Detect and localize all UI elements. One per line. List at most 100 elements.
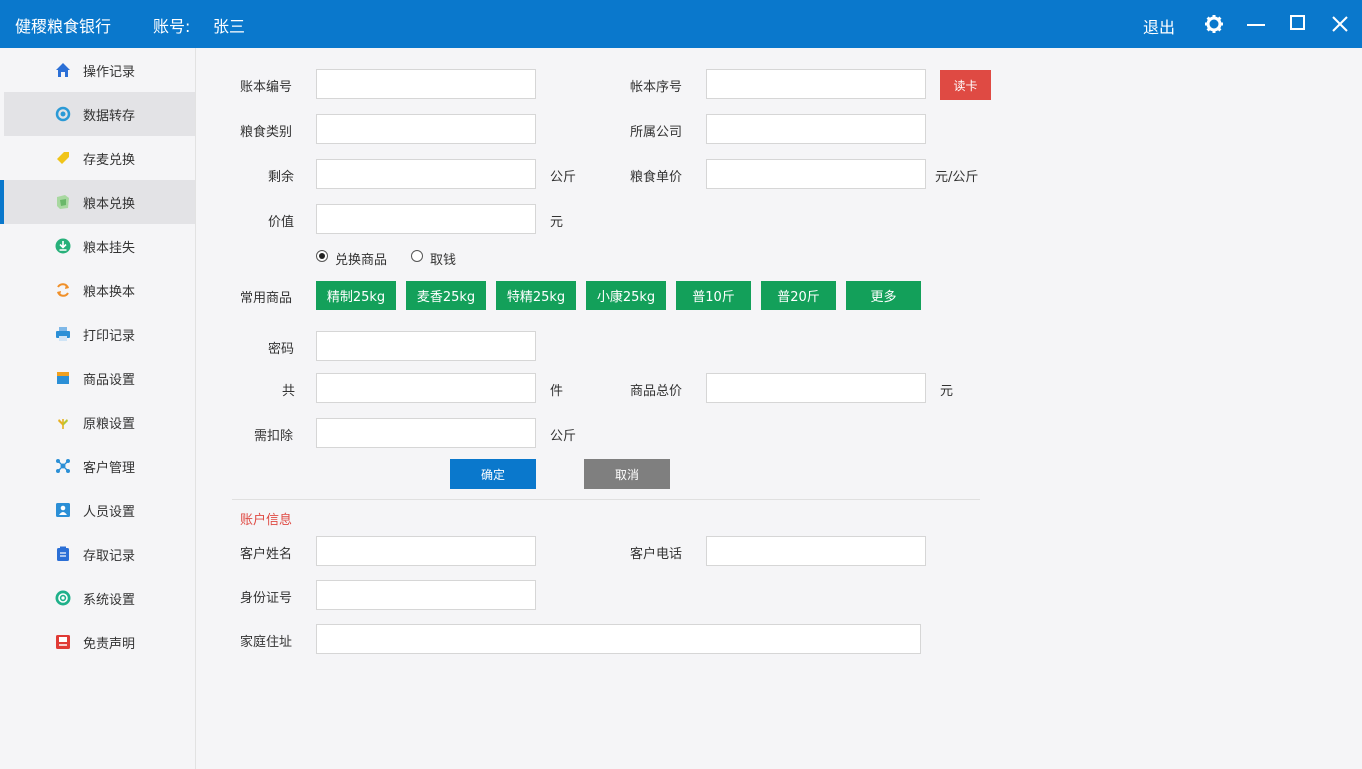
goods-button[interactable]: 普20斤 xyxy=(761,281,836,310)
sidebar-item-label: 存麦兑换 xyxy=(83,153,136,168)
deduct-label: 需扣除 xyxy=(254,429,294,444)
total-count-label: 共 xyxy=(282,384,296,399)
radio-withdraw-cash-label: 取钱 xyxy=(430,253,457,268)
sidebar-item-label: 免责声明 xyxy=(83,637,136,652)
refresh-icon xyxy=(55,282,71,298)
goods-button[interactable]: 小康25kg xyxy=(586,281,666,310)
close-icon[interactable] xyxy=(1330,14,1350,34)
cancel-button[interactable]: 取消 xyxy=(584,459,670,489)
account-seq-label: 帐本序号 xyxy=(630,80,683,95)
sidebar-item-operation-log[interactable]: 操作记录 xyxy=(4,48,195,92)
box-icon xyxy=(55,370,71,386)
sidebar: 操作记录 数据转存 存麦兑换 粮本兑换 粮本挂失 粮本换本 打印记录 商品设置 … xyxy=(0,48,196,769)
goods-button[interactable]: 普10斤 xyxy=(676,281,751,310)
app-title: 健稷粮食银行 xyxy=(15,17,112,36)
value-input[interactable] xyxy=(316,204,536,234)
account-name: 张三 xyxy=(213,17,246,36)
account-label: 账号: xyxy=(153,17,191,36)
sidebar-item-label: 存取记录 xyxy=(83,549,136,564)
home-icon xyxy=(55,62,71,78)
goods-button[interactable]: 特精25kg xyxy=(496,281,576,310)
account-no-label: 账本编号 xyxy=(240,80,293,95)
customer-phone-label: 客户电话 xyxy=(630,547,683,562)
sidebar-item-label: 客户管理 xyxy=(83,461,136,476)
remaining-input[interactable] xyxy=(316,159,536,189)
book-exchange-icon xyxy=(55,194,71,210)
unit-price-label: 粮食单价 xyxy=(630,170,683,185)
total-count-input[interactable] xyxy=(316,373,536,403)
sidebar-item-customer-management[interactable]: 客户管理 xyxy=(4,444,195,488)
goods-total-unit: 元 xyxy=(940,384,954,399)
goods-total-input[interactable] xyxy=(706,373,926,403)
sidebar-item-label: 粮本挂失 xyxy=(83,241,136,256)
account-seq-input[interactable] xyxy=(706,69,926,99)
sidebar-item-label: 数据转存 xyxy=(83,109,136,124)
more-goods-button[interactable]: 更多 xyxy=(846,281,921,310)
network-icon xyxy=(55,458,71,474)
gear-icon[interactable] xyxy=(1204,14,1224,34)
account-info-title: 账户信息 xyxy=(240,513,293,528)
logout-button[interactable]: 退出 xyxy=(1143,14,1175,38)
printer-icon xyxy=(55,326,71,342)
sidebar-item-label: 商品设置 xyxy=(83,373,136,388)
download-icon xyxy=(55,238,71,254)
value-unit: 元 xyxy=(550,215,564,230)
sidebar-item-book-exchange[interactable]: 粮本兑换 xyxy=(0,180,195,224)
goods-button[interactable]: 麦香25kg xyxy=(406,281,486,310)
settings-icon xyxy=(55,590,71,606)
clipboard-icon xyxy=(55,546,71,562)
sidebar-item-label: 人员设置 xyxy=(83,505,136,520)
grain-type-input[interactable] xyxy=(316,114,536,144)
unit-price-unit: 元/公斤 xyxy=(935,170,979,185)
total-count-unit: 件 xyxy=(550,384,564,399)
sidebar-item-label: 系统设置 xyxy=(83,593,136,608)
sidebar-item-label: 粮本兑换 xyxy=(83,197,136,212)
grain-type-label: 粮食类别 xyxy=(240,125,293,140)
remaining-label: 剩余 xyxy=(268,170,295,185)
company-label: 所属公司 xyxy=(630,125,683,140)
user-card-icon xyxy=(55,502,71,518)
sidebar-item-system-settings[interactable]: 系统设置 xyxy=(4,576,195,620)
confirm-button[interactable]: 确定 xyxy=(450,459,536,489)
notice-icon xyxy=(55,634,71,650)
unit-price-input[interactable] xyxy=(706,159,926,189)
sidebar-item-label: 操作记录 xyxy=(83,65,136,80)
sidebar-item-raw-grain-settings[interactable]: 原粮设置 xyxy=(4,400,195,444)
value-label: 价值 xyxy=(268,215,295,230)
customer-phone-input[interactable] xyxy=(706,536,926,566)
account-no-input[interactable] xyxy=(316,69,536,99)
sidebar-item-deposit-records[interactable]: 存取记录 xyxy=(4,532,195,576)
sidebar-item-book-replace[interactable]: 粮本换本 xyxy=(4,268,195,312)
sidebar-item-wheat-exchange[interactable]: 存麦兑换 xyxy=(4,136,195,180)
password-label: 密码 xyxy=(268,342,295,357)
sidebar-item-print-log[interactable]: 打印记录 xyxy=(4,312,195,356)
read-card-button[interactable]: 读卡 xyxy=(940,70,991,100)
sidebar-item-goods-settings[interactable]: 商品设置 xyxy=(4,356,195,400)
id-number-input[interactable] xyxy=(316,580,536,610)
address-label: 家庭住址 xyxy=(240,635,293,650)
minimize-icon[interactable] xyxy=(1246,14,1266,34)
company-input[interactable] xyxy=(706,114,926,144)
customer-name-input[interactable] xyxy=(316,536,536,566)
goods-button[interactable]: 精制25kg xyxy=(316,281,396,310)
sidebar-item-disclaimer[interactable]: 免责声明 xyxy=(4,620,195,664)
sidebar-item-label: 粮本换本 xyxy=(83,285,136,300)
divider xyxy=(232,499,980,500)
goods-total-label: 商品总价 xyxy=(630,384,683,399)
remaining-unit: 公斤 xyxy=(550,170,577,185)
sidebar-item-staff-settings[interactable]: 人员设置 xyxy=(4,488,195,532)
title-bar: 健稷粮食银行 账号: 张三 退出 xyxy=(0,0,1362,48)
common-goods-label: 常用商品 xyxy=(240,291,293,306)
deduct-input[interactable] xyxy=(316,418,536,448)
customer-name-label: 客户姓名 xyxy=(240,547,293,562)
password-input[interactable] xyxy=(316,331,536,361)
sidebar-item-data-transfer[interactable]: 数据转存 xyxy=(4,92,195,136)
transfer-icon xyxy=(55,106,71,122)
address-input[interactable] xyxy=(316,624,921,654)
id-number-label: 身份证号 xyxy=(240,591,293,606)
maximize-icon[interactable] xyxy=(1288,13,1308,33)
sidebar-item-label: 打印记录 xyxy=(83,329,136,344)
grain-icon xyxy=(55,414,71,430)
sidebar-item-book-loss[interactable]: 粮本挂失 xyxy=(4,224,195,268)
sidebar-item-label: 原粮设置 xyxy=(83,417,136,432)
